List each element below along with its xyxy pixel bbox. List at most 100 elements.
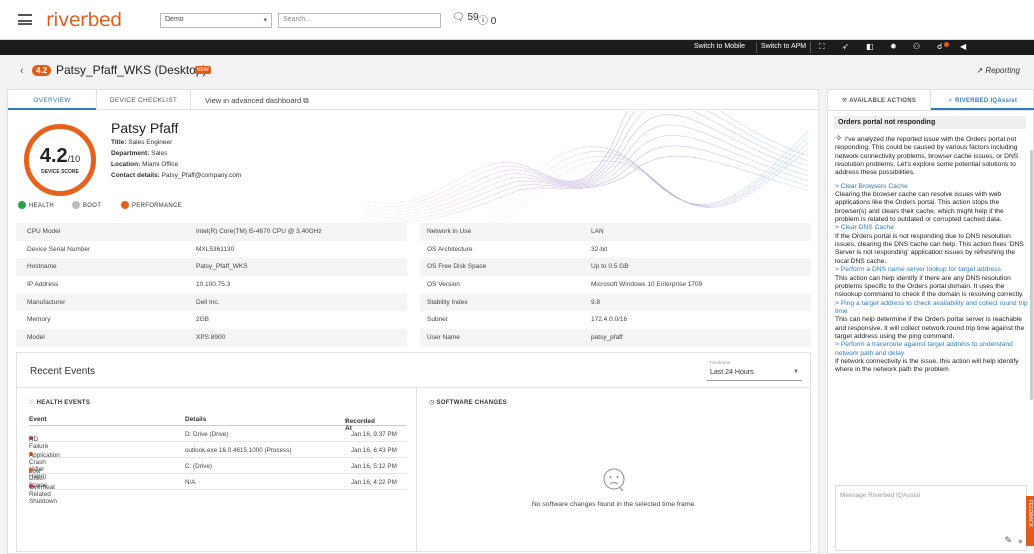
spec-key: OS Version [427,281,460,289]
health-events-panel: ♡ HEALTH EVENTS Event Details ↓ Recorded… [17,387,417,551]
software-changes-title: ◷ SOFTWARE CHANGES [429,399,507,406]
spec-row: Model XPS 8900 [16,329,407,347]
edit-icon[interactable]: ✎ [1004,535,1012,546]
spec-key: OS Free Disk Space [427,263,487,271]
timeframe-value: Last 24 Hours [710,369,754,376]
table-row[interactable]: HD Failure D: Drive (Drive) Jan 16, 9:37… [29,426,407,450]
chevron-down-icon: ▼ [793,369,799,375]
spec-key: CPU Model [27,228,61,235]
reporting-icon: ↗ [976,66,986,75]
person-location: Location: Miami Office [111,161,178,168]
action-link-dns-lookup[interactable]: > Perform a DNS name server lookup for t… [835,266,1029,274]
exclamation-icon [121,201,129,209]
spec-value: 10.100.75.3 [196,281,231,289]
contact-value[interactable]: Patsy_Pfaff@company.com [162,172,242,179]
action-link-traceroute[interactable]: > Perform a traceroute against target ad… [835,341,1029,358]
reporting-link[interactable]: ↗ Reporting [976,66,1020,75]
spec-key: Device Serial Number [27,245,91,253]
department-value: Sales [151,150,168,157]
switch-to-mobile-link[interactable]: Switch to Mobile [694,43,745,50]
device-title-bar: ‹ 4.2 Patsy_Pfaff_WKS (Desktop) NEW ↗ Re… [0,55,1034,87]
spec-value: Intel(R) Core(TM) i5-4670 CPU @ 3.40GHz [196,228,322,235]
sparkle-icon: ✧ [835,133,846,143]
spec-key: Model [27,334,45,342]
event-name-text: Overheat Related Shutdown [29,484,58,505]
table-row[interactable]: Low Disk Space C: (Drive) Jan 16, 5:12 P… [29,458,407,489]
alert-counter[interactable]: ⓘ 0 [478,12,496,27]
column-details[interactable]: Details [185,416,206,423]
person-department: Department: Sales [111,150,167,157]
tab-available-actions-label: AVAILABLE ACTIONS [849,98,917,104]
feedback-label: FEEDBACK [1027,500,1033,527]
spec-key: Stability Index [427,298,468,306]
event-details: outlook.exe 16.0.4615.1000 (Process) [185,447,292,454]
sad-face-icon [603,468,625,492]
spec-row: OS Free Disk Space Up to 0.5 GB [420,258,811,277]
chat-counter[interactable]: 🗨 59 [452,12,479,23]
action-link-clear-browser-cache[interactable]: > Clear Browsers Cache [835,183,1029,191]
assistant-intro-text: I've analyzed the reported issue with th… [835,136,1019,177]
action-description: If the Orders portal is not responding d… [835,232,1024,265]
tab-device-checklist[interactable]: DEVICE CHECKLIST [96,90,191,110]
tab-available-actions[interactable]: ⚒ AVAILABLE ACTIONS [828,90,931,110]
advanced-dashboard-link[interactable]: View in advanced dashboard ⧉ [205,96,309,106]
hamburger-menu-icon[interactable] [18,14,32,25]
riverbed-logo[interactable]: riverbed [46,9,122,31]
page-title: Patsy_Pfaff_WKS (Desktop) [56,63,207,77]
event-details: N/A [185,479,196,486]
switch-to-apm-link[interactable]: Switch to APM [761,43,806,50]
alert-count: 0 [490,16,497,27]
spec-key: Manufacturer [27,298,66,306]
spec-row: Manufacturer Dell Inc. [16,293,407,312]
device-score-value: 4.2/10 [29,145,91,168]
spec-row: Stability Index 9.8 [420,293,811,312]
spec-key: Memory [27,316,51,324]
tab-overview[interactable]: OVERVIEW [8,90,96,110]
status-performance[interactable]: PERFORMANCE [121,201,182,209]
health-events-label: HEALTH EVENTS [36,400,91,406]
table-row[interactable]: Application Crash (After Hang) outlook.e… [29,442,407,480]
assistant-response: ✧ I've analyzed the reported issue with … [835,134,1029,375]
feedback-tab[interactable]: FEEDBACK [1026,496,1034,546]
group-select[interactable]: Demo ▾ [160,13,272,28]
notification-icon[interactable]: ☌ [937,42,942,51]
spec-row: Hostname Patsy_Pfaff_WKS [16,258,407,277]
spec-value: LAN [591,228,604,235]
search-input[interactable]: Search... [278,13,441,28]
spec-value: Patsy_Pfaff_WKS [196,263,248,271]
rocket-icon[interactable]: ➶ [842,42,849,51]
status-health[interactable]: HEALTH [18,201,54,209]
status-boot[interactable]: BOOT [72,201,101,209]
search-placeholder: Search... [283,16,312,23]
scrollbar[interactable] [1030,150,1033,400]
spec-value: 9.8 [591,298,601,306]
tab-iqassist-label: RIVERBED IQAssist [955,98,1018,104]
chat-icon: 🗨 [452,12,465,23]
action-link-ping[interactable]: > Ping a target address to check availab… [835,300,1029,317]
megaphone-icon[interactable]: ◀ [960,42,966,51]
tab-riverbed-iqassist[interactable]: ✧ RIVERBED IQAssist [931,90,1034,110]
send-icon[interactable]: ● [1018,536,1023,546]
chat-topic-title: Orders portal not responding [834,116,1026,129]
timeframe-select[interactable]: Last 24 Hours ▼ [707,365,802,381]
column-event[interactable]: Event [29,416,47,423]
spec-value: Microsoft Windows 10 Enterprise 1709 [591,281,703,289]
action-link-clear-dns-cache[interactable]: > Clear DNS Cache [835,224,1029,232]
gear-icon[interactable]: ✹ [890,42,897,51]
spec-key: Network in Use [427,228,472,235]
expand-icon[interactable]: ⛶ [819,42,825,52]
history-icon: ◷ [429,400,437,406]
message-input[interactable]: Message Riverbed IQAssist ✎ ● [835,485,1027,551]
device-specs-left: CPU Model Intel(R) Core(TM) i5-4670 CPU @… [16,223,407,347]
heartbeat-icon: ♡ [29,400,37,406]
table-row[interactable]: Overheat Related Shutdown N/A Jan 16, 4:… [29,474,407,505]
spec-row: CPU Model Intel(R) Core(TM) i5-4670 CPU @… [16,223,407,241]
spec-row: Device Serial Number MXL5361130 [16,241,407,259]
user-icon[interactable]: ⚇ [913,42,920,51]
external-link-icon: ⧉ [303,96,309,105]
spec-key: OS Architecture [427,245,473,253]
document-icon[interactable]: ◧ [866,42,874,51]
back-chevron-icon[interactable]: ‹ [20,65,24,77]
advanced-dashboard-label: View in advanced dashboard [205,96,302,105]
reporting-label: Reporting [985,66,1020,75]
